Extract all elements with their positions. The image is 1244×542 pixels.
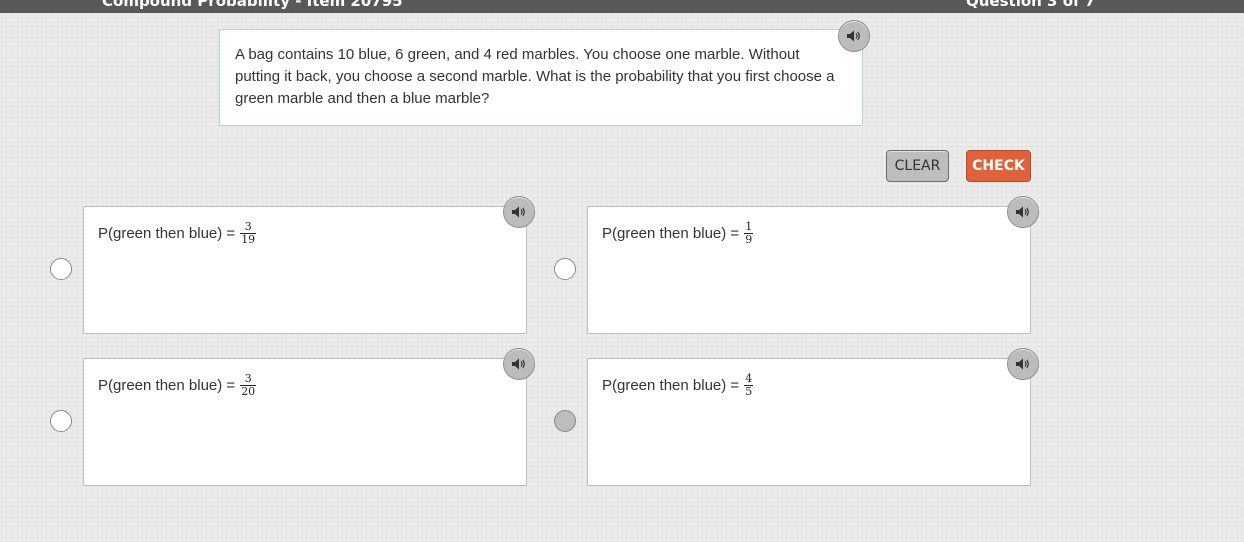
- choice-radio-1[interactable]: [50, 258, 72, 280]
- choice-audio-button-1[interactable]: [503, 196, 535, 228]
- fraction-numerator: 4: [745, 372, 753, 385]
- choice-audio-button-4[interactable]: [1007, 348, 1039, 380]
- choice-lhs: P(green then blue) =: [602, 377, 740, 394]
- choice-expression: P(green then blue) = 3 20: [98, 373, 512, 398]
- choice-expression: P(green then blue) = 4 5: [602, 373, 1016, 398]
- speaker-icon: [1016, 206, 1029, 218]
- fraction-denominator: 5: [745, 385, 753, 398]
- choice-lhs: P(green then blue) =: [98, 377, 236, 394]
- speaker-icon: [512, 206, 525, 218]
- choice-radio-4[interactable]: [554, 410, 576, 432]
- choice-lhs: P(green then blue) =: [602, 225, 740, 242]
- choice-fraction: 3 20: [240, 372, 257, 398]
- header-bar: Compound Probability - Item 20795 Questi…: [0, 0, 1244, 13]
- choice-fraction: 3 19: [240, 220, 257, 246]
- speaker-icon: [1016, 358, 1029, 370]
- question-progress: Question 3 of 7: [966, 0, 1096, 10]
- choice-expression: P(green then blue) = 1 9: [602, 221, 1016, 246]
- question-text: A bag contains 10 blue, 6 green, and 4 r…: [235, 46, 835, 107]
- choice-fraction: 4 5: [744, 372, 754, 398]
- choice-lhs: P(green then blue) =: [98, 225, 236, 242]
- fraction-numerator: 1: [745, 220, 753, 233]
- fraction-denominator: 9: [745, 233, 753, 246]
- choice-option-3[interactable]: P(green then blue) = 3 20: [83, 358, 527, 486]
- choice-fraction: 1 9: [744, 220, 754, 246]
- clear-button[interactable]: CLEAR: [886, 150, 949, 182]
- fraction-denominator: 20: [241, 385, 256, 398]
- choice-radio-2[interactable]: [554, 258, 576, 280]
- lesson-title: Compound Probability - Item 20795: [102, 0, 403, 10]
- question-box: A bag contains 10 blue, 6 green, and 4 r…: [219, 29, 863, 126]
- choice-option-1[interactable]: P(green then blue) = 3 19: [83, 206, 527, 334]
- fraction-denominator: 19: [241, 233, 256, 246]
- choice-option-4[interactable]: P(green then blue) = 4 5: [587, 358, 1031, 486]
- choice-audio-button-3[interactable]: [503, 348, 535, 380]
- check-button[interactable]: CHECK: [966, 150, 1031, 182]
- fraction-numerator: 3: [244, 220, 252, 233]
- choice-radio-3[interactable]: [50, 410, 72, 432]
- fraction-numerator: 3: [244, 372, 252, 385]
- choice-audio-button-2[interactable]: [1007, 196, 1039, 228]
- choice-option-2[interactable]: P(green then blue) = 1 9: [587, 206, 1031, 334]
- question-audio-button[interactable]: [838, 20, 870, 52]
- speaker-icon: [512, 358, 525, 370]
- speaker-icon: [847, 30, 860, 42]
- choice-expression: P(green then blue) = 3 19: [98, 221, 512, 246]
